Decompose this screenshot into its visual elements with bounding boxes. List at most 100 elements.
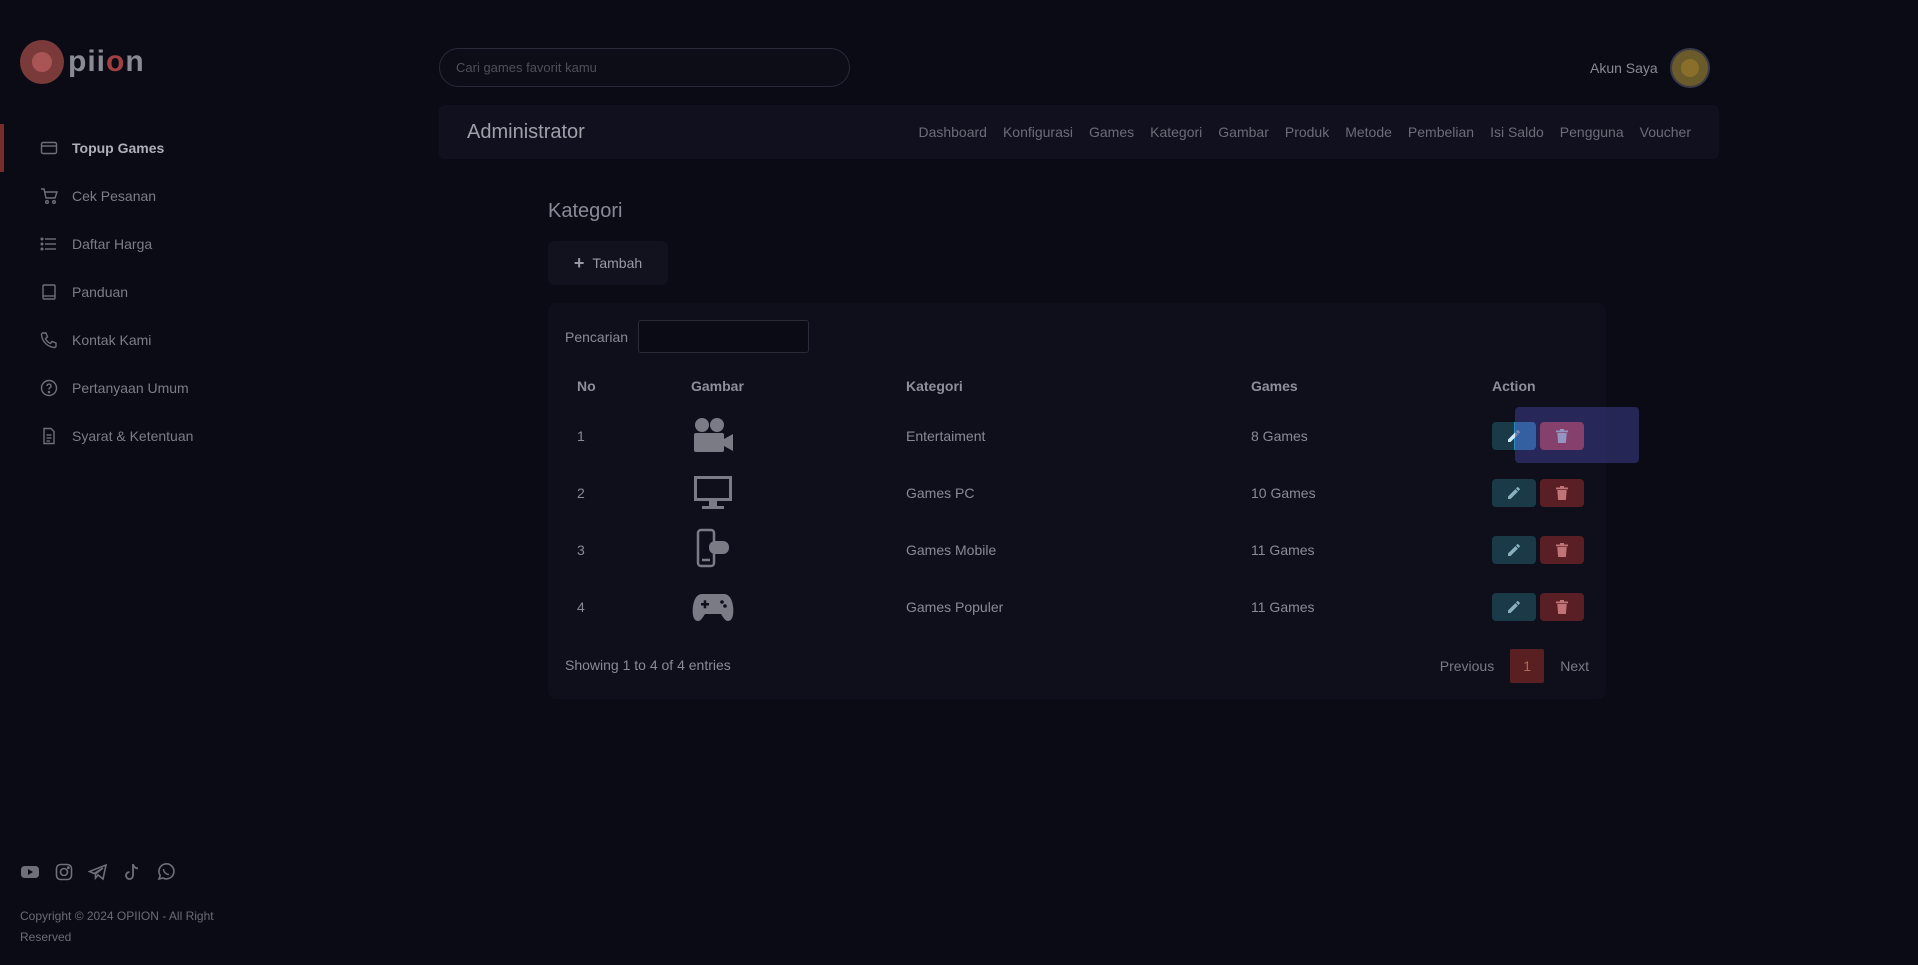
delete-button[interactable] [1540, 478, 1584, 507]
sidebar-item-label: Panduan [72, 284, 129, 300]
table-search-label: Pencarian [565, 328, 629, 345]
column-header-games[interactable]: Games [1239, 365, 1480, 407]
cell-games: 11 Games [1251, 598, 1315, 615]
cart-icon [40, 187, 58, 205]
logo-text: piion [68, 45, 145, 78]
sidebar-item-daftar-harga[interactable]: Daftar Harga [0, 220, 300, 268]
cell-no: 1 [577, 427, 585, 444]
tiktok-icon[interactable] [122, 862, 142, 882]
cell-kategori: Entertaiment [906, 427, 986, 444]
book-icon [40, 283, 58, 301]
cell-no: 3 [577, 541, 585, 558]
sidebar-item-label: Cek Pesanan [72, 188, 157, 204]
cell-no: 4 [577, 598, 585, 615]
pencil-icon [1508, 429, 1520, 442]
pencil-icon [1508, 486, 1520, 499]
pencil-icon [1508, 600, 1520, 613]
cell-kategori: Games PC [906, 484, 975, 501]
category-table-card: Pencarian No Gambar Kategori Games Actio… [548, 303, 1606, 699]
admin-menu: Dashboard Konfigurasi Games Kategori Gam… [918, 124, 1691, 140]
delete-button[interactable] [1540, 592, 1584, 621]
cell-games: 10 Games [1251, 484, 1316, 501]
search-input[interactable] [439, 48, 850, 87]
add-button[interactable]: + Tambah [548, 241, 668, 285]
admin-menu-voucher[interactable]: Voucher [1640, 124, 1691, 140]
column-header-action[interactable]: Action [1480, 365, 1589, 407]
admin-menu-games[interactable]: Games [1089, 124, 1134, 140]
admin-menu-produk[interactable]: Produk [1285, 124, 1329, 140]
trash-icon [1556, 599, 1568, 614]
admin-menu-metode[interactable]: Metode [1345, 124, 1392, 140]
video-camera-icon [691, 415, 735, 455]
youtube-icon[interactable] [20, 862, 40, 882]
sidebar-item-label: Daftar Harga [72, 236, 153, 252]
cell-no: 2 [577, 484, 585, 501]
add-button-label: Tambah [592, 255, 643, 271]
card-icon [40, 139, 58, 157]
copyright-text: Copyright © 2024 OPIION - All Right Rese… [20, 909, 214, 944]
trash-icon [1556, 542, 1568, 557]
category-table: No Gambar Kategori Games Action 1 Entert… [565, 365, 1589, 635]
sidebar-item-cek-pesanan[interactable]: Cek Pesanan [0, 172, 300, 220]
telegram-icon[interactable] [88, 862, 108, 882]
sidebar-item-label: Topup Games [72, 140, 165, 156]
phone-icon [40, 331, 58, 349]
edit-button[interactable] [1492, 478, 1536, 507]
admin-menu-dashboard[interactable]: Dashboard [918, 124, 987, 140]
cell-kategori: Games Populer [906, 598, 1004, 615]
edit-button[interactable] [1492, 421, 1536, 450]
delete-button[interactable] [1540, 535, 1584, 564]
monitor-icon [691, 472, 735, 512]
sidebar-item-pertanyaan-umum[interactable]: Pertanyaan Umum [0, 364, 300, 412]
document-icon [40, 427, 58, 445]
sidebar: piion Topup Games Cek Pesanan Daftar Har… [0, 0, 300, 965]
plus-icon: + [573, 252, 585, 273]
column-header-kategori[interactable]: Kategori [894, 365, 1239, 407]
list-icon [40, 235, 58, 253]
admin-menu-konfigurasi[interactable]: Konfigurasi [1003, 124, 1073, 140]
pagination-previous[interactable]: Previous [1440, 658, 1494, 674]
page-title: Kategori [548, 200, 623, 222]
sidebar-nav: Topup Games Cek Pesanan Daftar Harga Pan… [0, 124, 300, 460]
admin-menu-gambar[interactable]: Gambar [1218, 124, 1269, 140]
admin-menu-isi-saldo[interactable]: Isi Saldo [1490, 124, 1544, 140]
admin-menu-kategori[interactable]: Kategori [1150, 124, 1202, 140]
admin-menu-pembelian[interactable]: Pembelian [1408, 124, 1474, 140]
pagination-page-1[interactable]: 1 [1510, 649, 1545, 683]
sidebar-item-label: Syarat & Ketentuan [72, 428, 194, 444]
table-search-input[interactable] [638, 320, 810, 353]
instagram-icon[interactable] [54, 862, 74, 882]
sidebar-item-syarat-ketentuan[interactable]: Syarat & Ketentuan [0, 412, 300, 460]
sidebar-item-kontak-kami[interactable]: Kontak Kami [0, 316, 300, 364]
social-links [20, 862, 176, 882]
table-header-row: No Gambar Kategori Games Action [565, 365, 1589, 407]
whatsapp-icon[interactable] [156, 862, 176, 882]
edit-button[interactable] [1492, 592, 1536, 621]
table-row: 2 Games PC 10 Games [565, 464, 1589, 521]
column-header-no[interactable]: No [565, 365, 679, 407]
question-icon [40, 379, 58, 397]
sidebar-item-panduan[interactable]: Panduan [0, 268, 300, 316]
sidebar-item-topup-games[interactable]: Topup Games [0, 124, 300, 172]
table-row: 1 Entertaiment 8 Games [565, 407, 1589, 464]
edit-button[interactable] [1492, 535, 1536, 564]
table-info: Showing 1 to 4 of 4 entries [565, 657, 731, 673]
trash-icon [1556, 485, 1568, 500]
admin-title: Administrator [467, 120, 585, 143]
gamepad-icon [691, 587, 735, 627]
pagination: Previous 1 Next [1440, 649, 1589, 683]
admin-bar: Administrator Dashboard Konfigurasi Game… [439, 105, 1719, 159]
pencil-icon [1508, 543, 1520, 556]
avatar [1669, 48, 1710, 88]
logo[interactable]: piion [20, 40, 145, 84]
admin-menu-pengguna[interactable]: Pengguna [1560, 124, 1624, 140]
pagination-next[interactable]: Next [1560, 658, 1589, 674]
cell-games: 8 Games [1251, 427, 1308, 444]
trash-icon [1556, 428, 1568, 443]
column-header-gambar[interactable]: Gambar [679, 365, 894, 407]
cell-games: 11 Games [1251, 541, 1315, 558]
sidebar-item-label: Pertanyaan Umum [72, 380, 189, 396]
table-row: 3 Games Mobile 11 Games [565, 521, 1589, 578]
delete-button[interactable] [1540, 421, 1584, 450]
account-menu[interactable]: Akun Saya [1590, 48, 1710, 88]
